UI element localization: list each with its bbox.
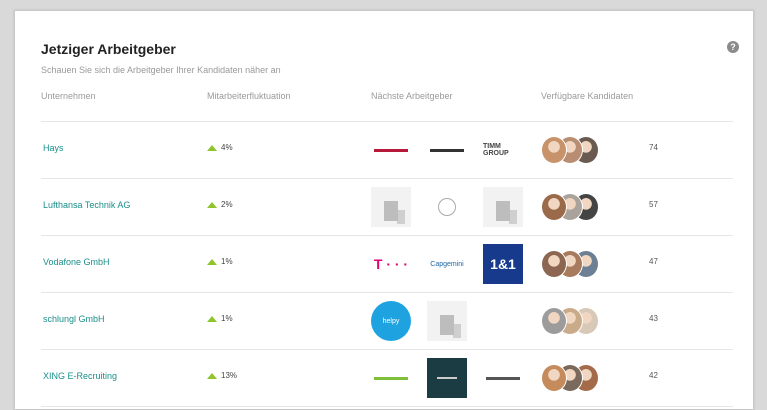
- fluctuation-value: 1%: [207, 257, 233, 266]
- employer-table: Hays 4% TIMM GROUP 74 Lufthansa Technik …: [41, 121, 733, 407]
- avatar: [541, 193, 567, 221]
- employer-logo[interactable]: [371, 358, 411, 398]
- building-icon[interactable]: [483, 187, 523, 227]
- header-candidates: Verfügbare Kandidaten: [541, 91, 634, 101]
- current-employer-card: Jetziger Arbeitgeber Schauen Sie sich di…: [14, 10, 754, 410]
- avatar: [541, 307, 567, 335]
- avatar: [541, 364, 567, 392]
- table-row: schlungl GmbH 1% helpy 43: [41, 293, 733, 350]
- fluctuation-text: 1%: [221, 257, 233, 266]
- avatar: [541, 136, 567, 164]
- header-next-employer: Nächste Arbeitgeber: [371, 91, 453, 101]
- table-row: Vodafone GmbH 1% T · · · Capgemini 1&1 47: [41, 236, 733, 293]
- card-subtitle: Schauen Sie sich die Arbeitgeber Ihrer K…: [41, 65, 281, 75]
- fluctuation-text: 4%: [221, 143, 233, 152]
- company-link[interactable]: Vodafone GmbH: [43, 257, 110, 267]
- header-company: Unternehmen: [41, 91, 96, 101]
- employer-logo[interactable]: [427, 130, 467, 170]
- fluctuation-text: 13%: [221, 371, 238, 380]
- company-link[interactable]: Lufthansa Technik AG: [43, 200, 130, 210]
- candidate-count: 42: [649, 371, 658, 380]
- next-employer-logos: helpy: [371, 301, 531, 341]
- company-link[interactable]: XING E-Recruiting: [43, 371, 117, 381]
- employer-logo[interactable]: helpy: [371, 301, 411, 341]
- table-row: Lufthansa Technik AG 2% 57: [41, 179, 733, 236]
- company-link[interactable]: schlungl GmbH: [43, 314, 105, 324]
- building-icon[interactable]: [427, 301, 467, 341]
- employer-logo[interactable]: T · · ·: [371, 244, 411, 284]
- employer-logo[interactable]: [371, 130, 411, 170]
- next-employer-logos: [371, 187, 531, 227]
- table-row: XING E-Recruiting 13% 42: [41, 350, 733, 407]
- trend-up-icon: [207, 144, 217, 151]
- candidate-count: 43: [649, 314, 658, 323]
- employer-logo[interactable]: 1&1: [483, 244, 523, 284]
- help-icon[interactable]: ?: [727, 41, 739, 53]
- fluctuation-text: 2%: [221, 200, 233, 209]
- trend-up-icon: [207, 201, 217, 208]
- trend-up-icon: [207, 315, 217, 322]
- employer-logo[interactable]: [427, 187, 467, 227]
- fluctuation-value: 1%: [207, 314, 233, 323]
- header-fluctuation: Mitarbeiterfluktuation: [207, 91, 291, 101]
- trend-up-icon: [207, 372, 217, 379]
- employer-logo[interactable]: TIMM GROUP: [483, 130, 523, 170]
- card-title: Jetziger Arbeitgeber: [41, 41, 176, 57]
- table-row: Hays 4% TIMM GROUP 74: [41, 121, 733, 179]
- avatar: [541, 250, 567, 278]
- fluctuation-text: 1%: [221, 314, 233, 323]
- candidate-count: 47: [649, 257, 658, 266]
- company-link[interactable]: Hays: [43, 143, 64, 153]
- next-employer-logos: [371, 358, 531, 398]
- candidate-count: 74: [649, 143, 658, 152]
- next-employer-logos: TIMM GROUP: [371, 130, 531, 170]
- fluctuation-value: 13%: [207, 371, 237, 380]
- employer-logo[interactable]: [427, 358, 467, 398]
- table-header: Unternehmen Mitarbeiterfluktuation Nächs…: [41, 91, 733, 107]
- fluctuation-value: 4%: [207, 143, 233, 152]
- building-icon[interactable]: [371, 187, 411, 227]
- fluctuation-value: 2%: [207, 200, 233, 209]
- employer-logo[interactable]: [483, 358, 523, 398]
- next-employer-logos: T · · · Capgemini 1&1: [371, 244, 531, 284]
- trend-up-icon: [207, 258, 217, 265]
- candidate-count: 57: [649, 200, 658, 209]
- employer-logo[interactable]: Capgemini: [427, 244, 467, 284]
